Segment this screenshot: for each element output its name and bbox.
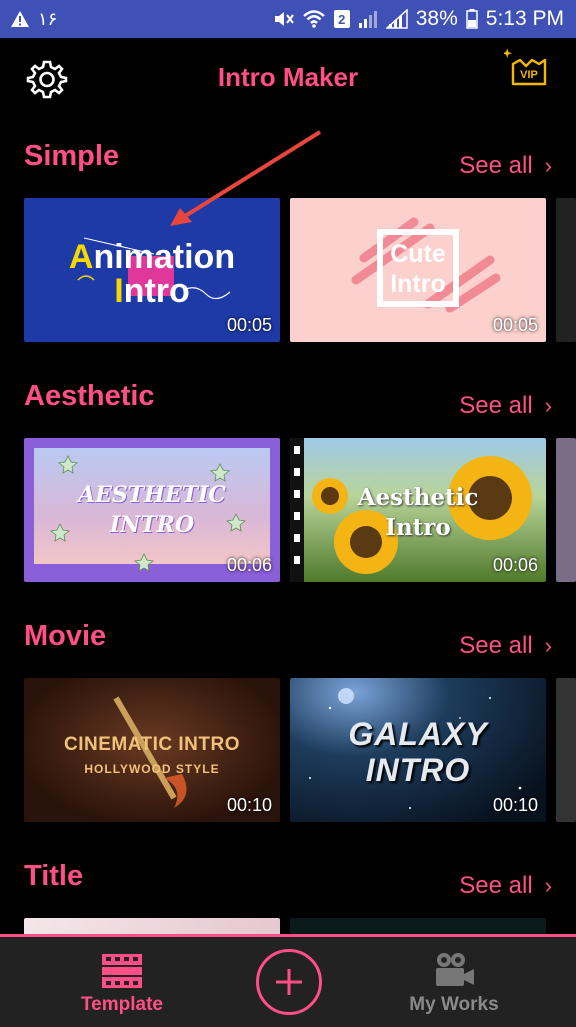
tab-my-works-label: My Works: [409, 994, 499, 1015]
mute-icon: [272, 9, 294, 29]
app-header: Intro Maker VIP: [0, 38, 576, 118]
vip-button[interactable]: VIP: [502, 48, 552, 96]
video-camera-icon: [436, 953, 474, 986]
chevron-right-icon: ›: [544, 873, 552, 898]
template-card-animation-intro[interactable]: Animation Intro 00:05: [24, 198, 280, 342]
see-all-label: See all: [459, 152, 533, 179]
section-title: Aesthetic: [24, 380, 155, 412]
card-duration: 00:05: [492, 315, 538, 335]
tab-template-label: Template: [80, 994, 163, 1015]
status-left-text: ۱۶: [38, 8, 58, 29]
card-duration: 00:05: [226, 315, 272, 335]
chevron-right-icon: ›: [544, 633, 552, 658]
battery-icon: [466, 9, 478, 29]
film-icon: [102, 954, 142, 988]
section-movie: Movie See all › CINEMATIC INTRO HOLLYWOO…: [0, 598, 576, 838]
template-card-cinematic-intro[interactable]: CINEMATIC INTRO HOLLYWOOD STYLE 00:10: [24, 678, 280, 822]
template-card-aesthetic-intro[interactable]: AESTHETIC INTRO 00:06: [24, 438, 280, 582]
see-all-button[interactable]: See all ›: [459, 632, 552, 660]
section-title: Movie: [24, 620, 107, 652]
app-title: Intro Maker: [217, 62, 359, 92]
template-card-partial[interactable]: [290, 918, 546, 934]
section-title-templates: Title See all ›: [0, 838, 576, 934]
card-title-line2: Intro: [390, 270, 446, 298]
template-card-cute-intro[interactable]: Cute Intro 00:05: [290, 198, 546, 342]
template-card-partial[interactable]: [556, 438, 576, 582]
see-all-button[interactable]: See all ›: [459, 392, 552, 420]
card-title-line2: Intro: [114, 272, 190, 310]
battery-percent: 38%: [415, 7, 458, 30]
vip-crown-icon: VIP: [502, 48, 547, 86]
signal-icon: [358, 9, 378, 29]
template-card-partial[interactable]: [556, 678, 576, 822]
see-all-button[interactable]: See all ›: [459, 872, 552, 900]
card-title-line1: Cute: [390, 240, 446, 268]
template-card-partial[interactable]: [24, 918, 280, 934]
plus-icon: [276, 969, 302, 995]
see-all-button[interactable]: See all ›: [459, 152, 552, 180]
card-duration: 00:06: [492, 555, 538, 575]
card-title-line1: GALAXY: [348, 716, 488, 752]
chevron-right-icon: ›: [544, 393, 552, 418]
card-duration: 00:10: [226, 795, 272, 815]
tab-template[interactable]: Template: [42, 937, 202, 1027]
card-title-line1: AESTHETIC: [78, 482, 226, 508]
card-title-line2: Intro: [385, 514, 451, 541]
card-title-line1: Aesthetic: [357, 484, 479, 511]
see-all-label: See all: [459, 632, 533, 659]
chevron-right-icon: ›: [544, 153, 552, 178]
create-button[interactable]: [256, 949, 322, 1015]
section-simple: Simple See all › Animation Intro 00:05 C…: [0, 118, 576, 358]
see-all-label: See all: [459, 392, 533, 419]
template-card-partial[interactable]: [556, 198, 576, 342]
status-bar: ۱۶ 2 38% 5:13 PM: [0, 0, 576, 38]
card-duration: 00:06: [226, 555, 272, 575]
section-title: Simple: [24, 140, 120, 172]
template-card-galaxy-intro[interactable]: GALAXY INTRO 00:10: [290, 678, 546, 822]
section-aesthetic: Aesthetic See all › AESTHETIC INTRO 00:0…: [0, 358, 576, 598]
template-list[interactable]: Simple See all › Animation Intro 00:05 C…: [0, 118, 576, 934]
signal-icon-2: [385, 9, 408, 29]
card-duration: 00:10: [492, 795, 538, 815]
clock: 5:13 PM: [485, 7, 564, 30]
see-all-label: See all: [459, 872, 533, 899]
vip-label: VIP: [520, 69, 538, 81]
template-card-aesthetic-sunflower[interactable]: Aesthetic Intro 00:06: [290, 438, 546, 582]
sim-badge: 2: [333, 10, 350, 28]
bottom-nav: Template My Works: [0, 934, 576, 1027]
section-title: Title: [24, 860, 84, 892]
wifi-icon: [302, 9, 326, 29]
card-title-line2: INTRO: [109, 512, 195, 538]
tab-my-works[interactable]: My Works: [374, 937, 534, 1027]
warning-icon: [10, 10, 30, 28]
card-title-line1: CINEMATIC INTRO: [63, 734, 241, 755]
card-title-line2: INTRO: [365, 752, 471, 788]
card-title-line2: HOLLYWOOD STYLE: [84, 762, 220, 776]
